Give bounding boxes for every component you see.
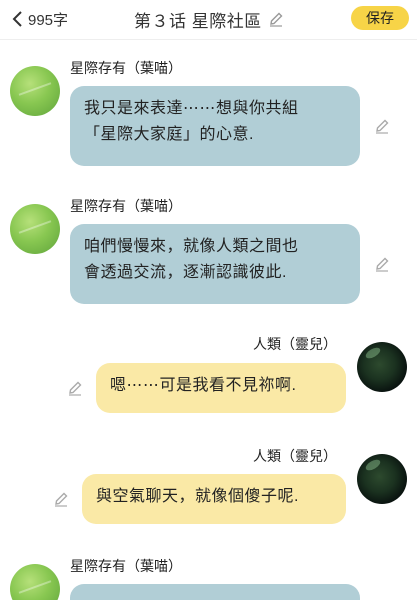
sender-name: 人類（靈兒） (253, 448, 337, 464)
avatar[interactable] (10, 66, 60, 116)
message-item: 人類（靈兒） 嗯⋯⋯可是我看不見祢啊. (0, 330, 417, 420)
message-bubble[interactable]: 嗯⋯⋯可是我看不見祢啊. (96, 363, 346, 413)
page-title: 第３话 星際社區 (134, 11, 262, 31)
avatar[interactable] (10, 564, 60, 600)
message-item: 星際存有（葉喵） (0, 552, 417, 600)
pencil-icon[interactable] (67, 380, 83, 396)
pencil-icon[interactable] (374, 256, 390, 272)
title-area: 第３话 星際社區 (134, 8, 284, 31)
message-bubble[interactable]: 我只是來表達⋯⋯想與你共組 「星際大家庭」的心意. (70, 86, 360, 166)
sender-name: 人類（靈兒） (253, 336, 337, 352)
sender-name: 星際存有（葉喵） (70, 558, 182, 574)
message-bubble[interactable]: 與空氣聊天，就像個傻子呢. (82, 474, 346, 524)
avatar[interactable] (357, 342, 407, 392)
word-count: 995字 (28, 11, 69, 29)
message-item: 人類（靈兒） 與空氣聊天，就像個傻子呢. (0, 442, 417, 532)
message-item: 星際存有（葉喵） 咱們慢慢來，就像人類之間也 會透過交流，逐漸認識彼此. (0, 192, 417, 312)
avatar[interactable] (357, 454, 407, 504)
pencil-icon[interactable] (268, 11, 284, 27)
chat-area[interactable]: 星際存有（葉喵） 我只是來表達⋯⋯想與你共組 「星際大家庭」的心意. 星際存有（… (0, 40, 417, 600)
pencil-icon[interactable] (53, 491, 69, 507)
message-bubble[interactable] (70, 584, 360, 600)
sender-name: 星際存有（葉喵） (70, 198, 182, 214)
pencil-icon[interactable] (374, 118, 390, 134)
save-button[interactable]: 保存 (351, 6, 409, 30)
message-bubble[interactable]: 咱們慢慢來，就像人類之間也 會透過交流，逐漸認識彼此. (70, 224, 360, 304)
top-bar: 995字 第３话 星際社區 保存 (0, 0, 417, 40)
back-button[interactable]: 995字 (10, 8, 80, 30)
avatar[interactable] (10, 204, 60, 254)
sender-name: 星際存有（葉喵） (70, 60, 182, 76)
chevron-left-icon (10, 10, 24, 28)
message-item: 星際存有（葉喵） 我只是來表達⋯⋯想與你共組 「星際大家庭」的心意. (0, 54, 417, 174)
